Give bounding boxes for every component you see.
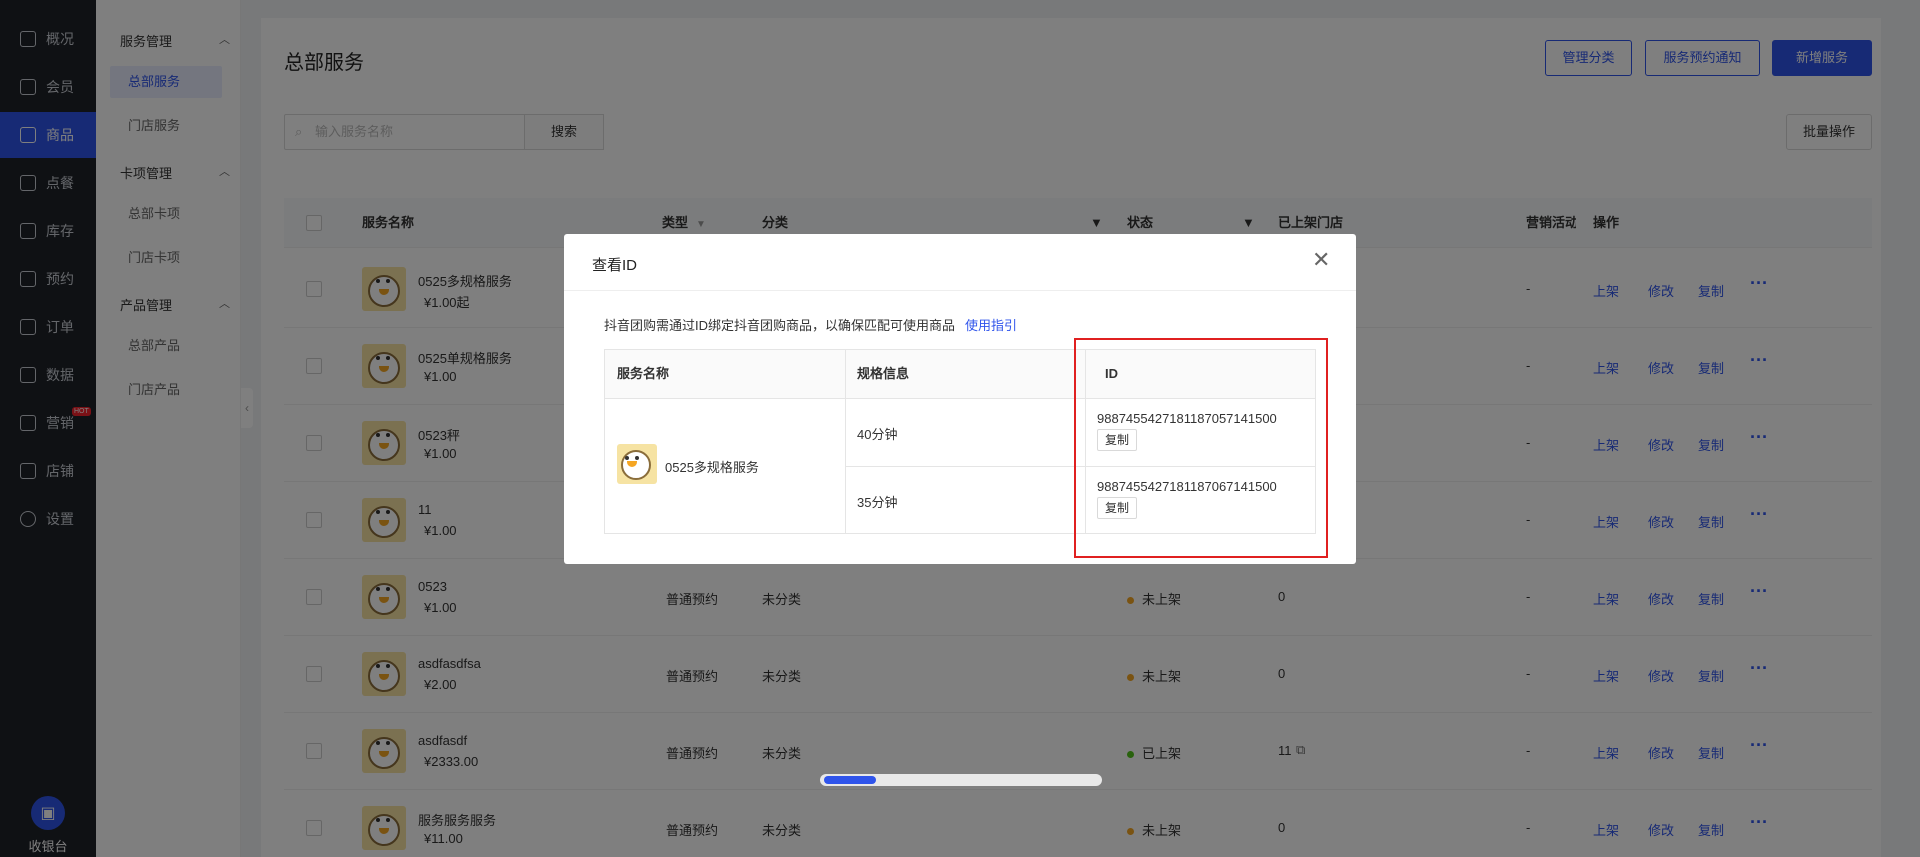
spec-label: 40分钟 bbox=[857, 427, 898, 442]
id-highlight-box bbox=[1074, 338, 1328, 558]
scrollbar-thumb[interactable] bbox=[824, 776, 876, 784]
id-table-col-spec: 规格信息 bbox=[845, 350, 1085, 398]
service-name: 0525多规格服务 bbox=[665, 460, 759, 475]
spec-label: 35分钟 bbox=[857, 495, 898, 510]
service-thumbnail bbox=[617, 444, 657, 484]
dialog-divider bbox=[564, 290, 1356, 291]
horizontal-scrollbar[interactable] bbox=[820, 774, 1102, 786]
divider bbox=[845, 350, 846, 533]
dialog-title: 查看ID bbox=[592, 257, 638, 274]
usage-guide-link[interactable]: 使用指引 bbox=[965, 318, 1017, 333]
dialog-tip: 抖音团购需通过ID绑定抖音团购商品，以确保匹配可使用商品 使用指引 bbox=[604, 315, 1017, 334]
tip-text: 抖音团购需通过ID绑定抖音团购商品，以确保匹配可使用商品 bbox=[604, 318, 956, 333]
close-icon[interactable]: ✕ bbox=[1312, 248, 1330, 272]
id-table-col-name: 服务名称 bbox=[605, 350, 845, 398]
